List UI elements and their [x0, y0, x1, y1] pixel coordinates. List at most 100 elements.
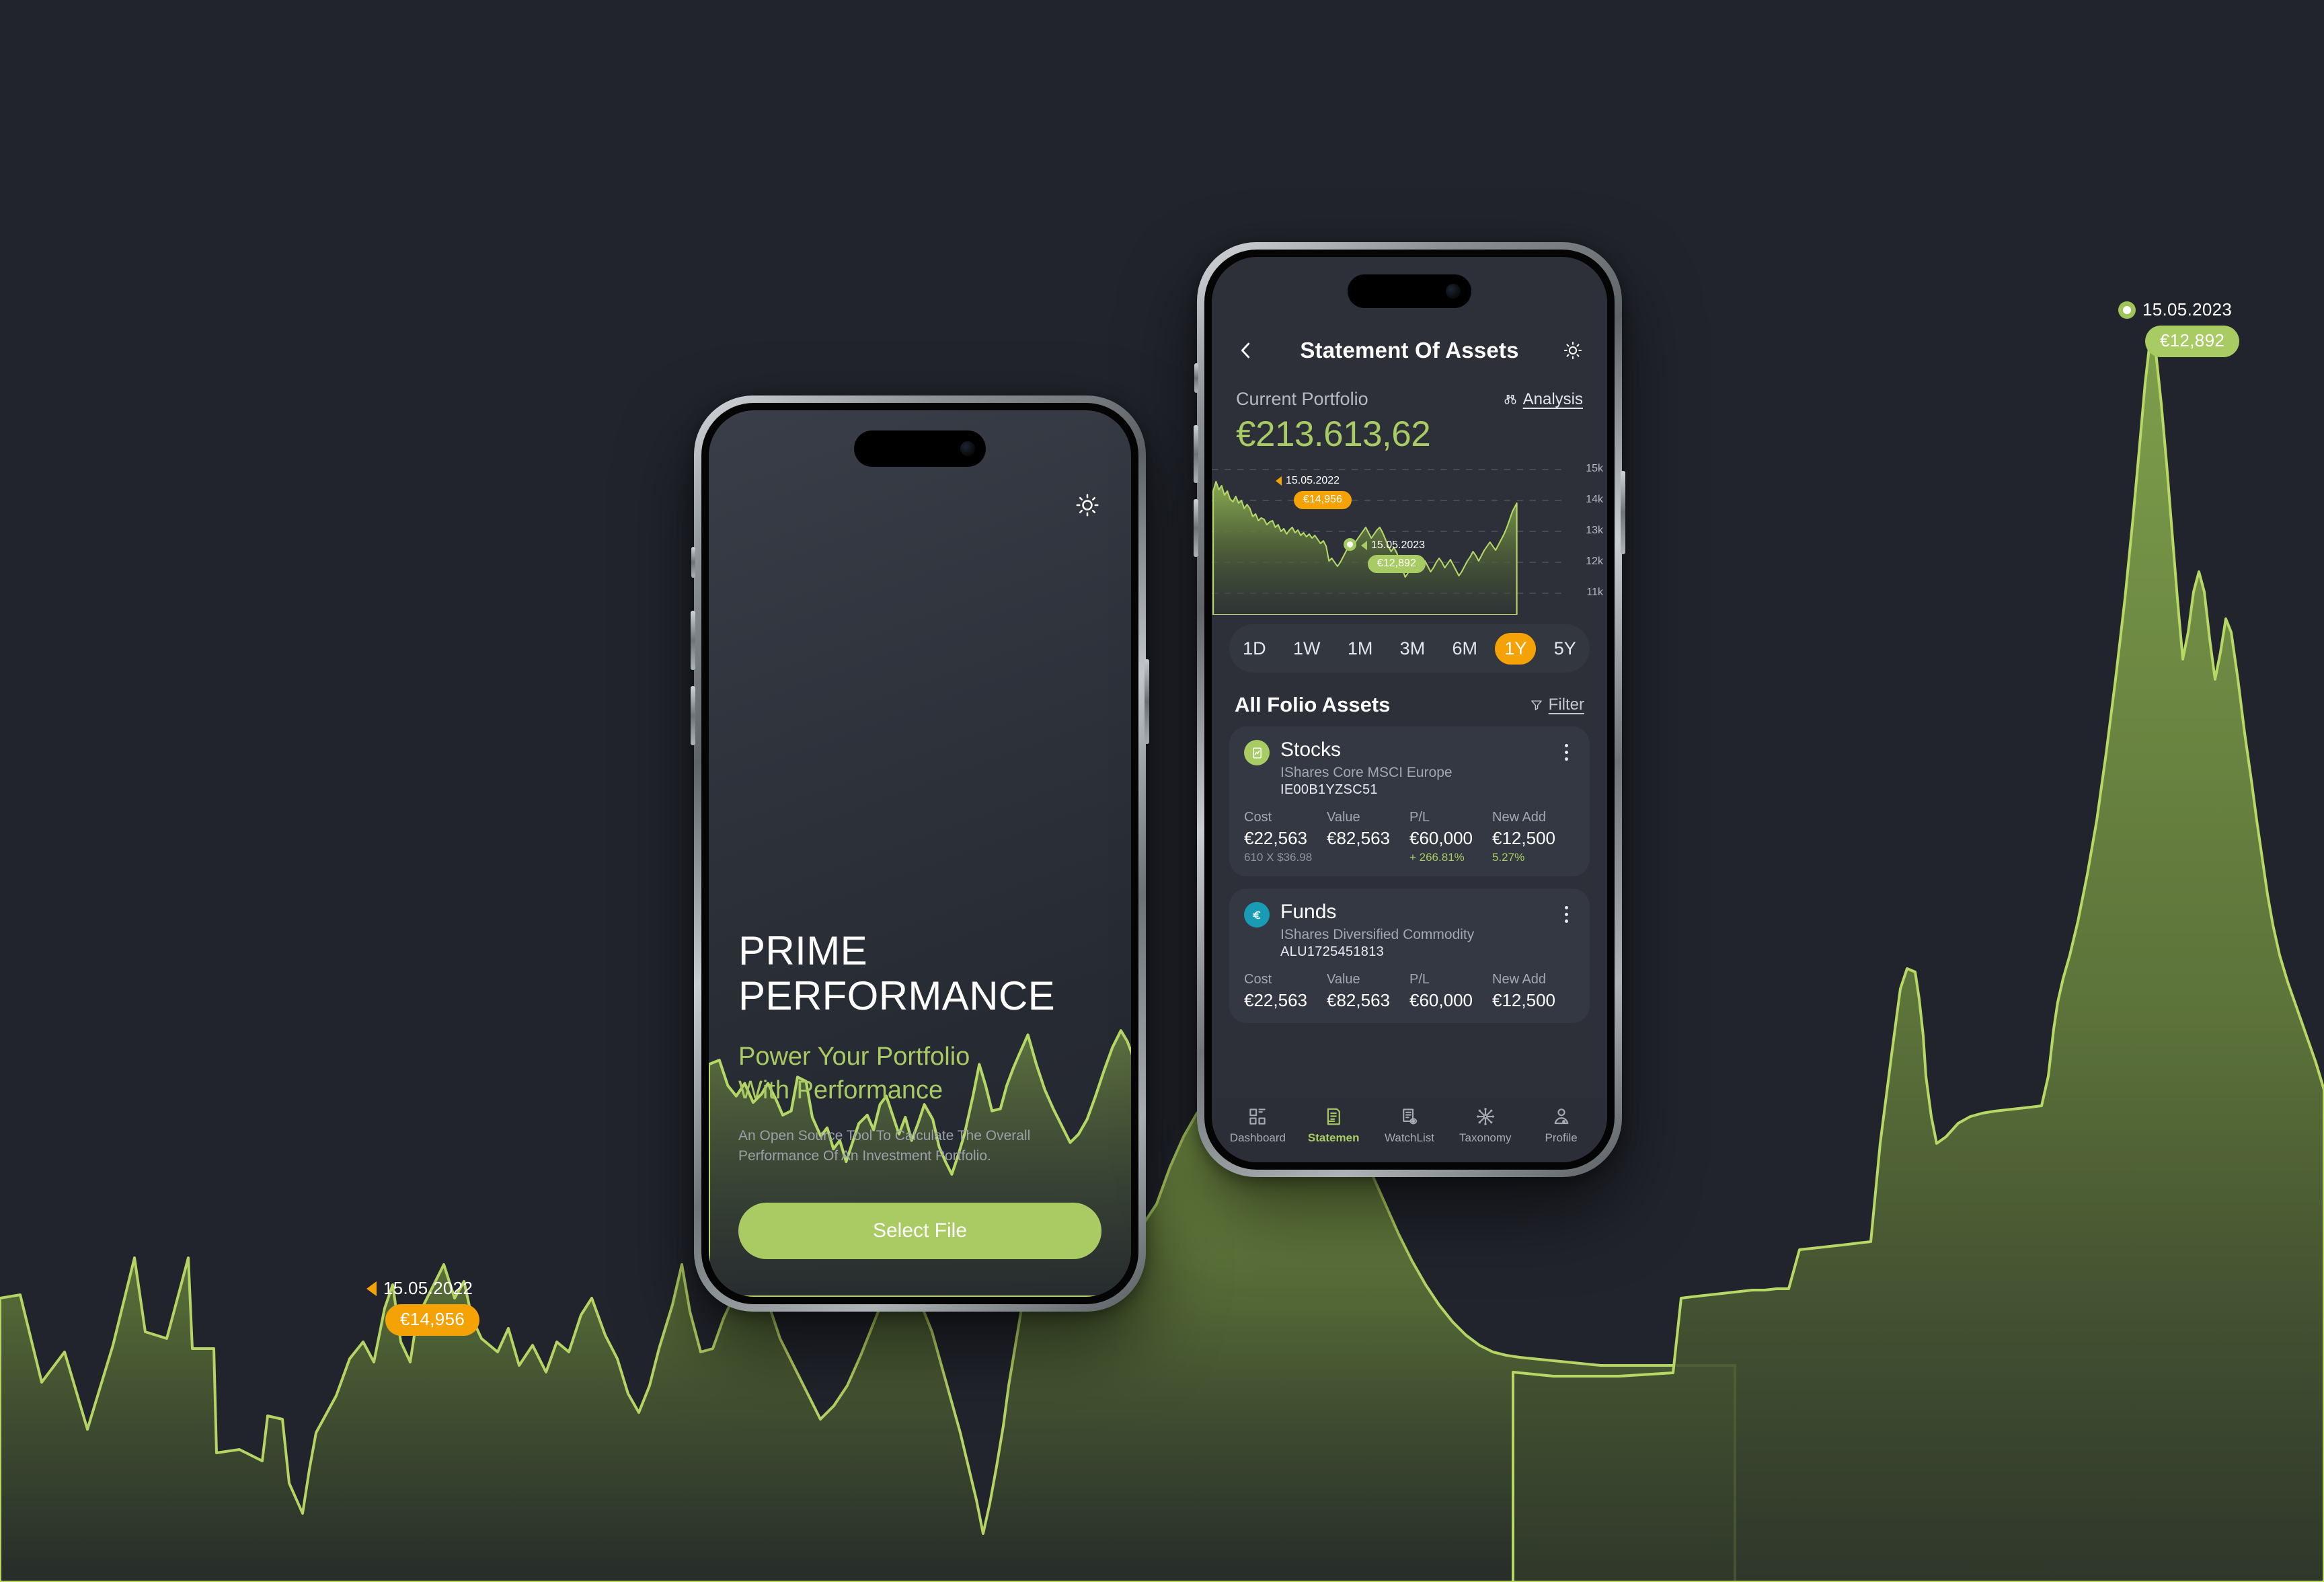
phone-mockup-statement: Statement Of Assets Current Portfolio An…	[1194, 242, 1625, 1177]
assets-section-header: All Folio Assets Filter	[1212, 673, 1607, 717]
bottom-navigation[interactable]: Dashboard Statemen WatchList Taxonomy Profil…	[1212, 1097, 1607, 1162]
asset-card-body: Stocks IShares Core MSCI Europe IE00B1YZSC…	[1280, 739, 1557, 798]
select-file-button[interactable]: Select File	[738, 1203, 1101, 1259]
asset-stat-value: €82,563	[1327, 990, 1390, 1010]
y-tick-11k: 11k	[1586, 587, 1603, 598]
mute-switch[interactable]	[1194, 363, 1198, 393]
bg-marker-start: 15.05.2022 €14,956	[366, 1278, 480, 1336]
chart-marker-start-value: €14,956	[1294, 491, 1352, 509]
volume-down-button[interactable]	[691, 686, 695, 745]
nav-item-profile[interactable]: Profile	[1524, 1106, 1598, 1145]
kebab-menu-icon[interactable]	[1557, 906, 1575, 923]
dynamic-island	[854, 430, 986, 467]
bg-marker-end-value: €12,892	[2145, 326, 2240, 357]
hero-subtitle-line1: Power Your Portfolio	[738, 1043, 970, 1071]
filter-button[interactable]: Filter	[1530, 695, 1584, 714]
filter-label: Filter	[1548, 695, 1584, 714]
sun-icon[interactable]	[1075, 492, 1100, 518]
asset-stat-value: €60,000	[1409, 990, 1473, 1010]
range-option-1w[interactable]: 1W	[1284, 633, 1330, 665]
nav-item-dashboard[interactable]: Dashboard	[1221, 1106, 1294, 1145]
range-option-3m[interactable]: 3M	[1391, 633, 1435, 665]
chart-point-dot-icon	[1344, 538, 1356, 551]
asset-card[interactable]: Stocks IShares Core MSCI Europe IE00B1YZSC…	[1229, 726, 1590, 876]
asset-stat-header: New Add	[1492, 972, 1547, 987]
asset-stat-value: €60,000	[1409, 828, 1473, 848]
watchlist-eye-icon	[1403, 1108, 1418, 1125]
page-title: Statement Of Assets	[1300, 338, 1519, 363]
volume-up-button[interactable]	[1194, 425, 1198, 483]
volume-down-button[interactable]	[1194, 499, 1198, 557]
hero-subtitle: Power Your Portfolio With Performance	[738, 1040, 1101, 1107]
nav-item-label: WatchList	[1384, 1131, 1434, 1144]
analysis-label: Analysis	[1522, 389, 1583, 408]
portfolio-row: Current Portfolio Analysis	[1236, 389, 1583, 410]
asset-stat-column: Value €82,563	[1327, 972, 1409, 1011]
taxonomy-node-icon	[1476, 1108, 1494, 1125]
triangle-left-icon	[1361, 541, 1367, 550]
hero-subtitle-line2: With Performance	[738, 1076, 943, 1105]
sun-icon[interactable]	[1563, 340, 1583, 361]
asset-stat-header: Cost	[1244, 972, 1272, 987]
euro-icon	[1252, 911, 1260, 919]
nav-item-statemen[interactable]: Statemen	[1296, 1106, 1370, 1145]
asset-stat-column: P/L €60,000	[1409, 972, 1492, 1011]
asset-type-icon-badge	[1244, 740, 1270, 765]
range-option-6m[interactable]: 6M	[1443, 633, 1487, 665]
power-button[interactable]	[1621, 471, 1625, 554]
triangle-left-icon	[366, 1281, 377, 1296]
y-tick-15k: 15k	[1586, 463, 1603, 474]
hero-title-line2: PERFORMANCE	[738, 973, 1056, 1018]
portfolio-summary: Current Portfolio Analysis €213.613,62	[1212, 371, 1607, 455]
portfolio-label: Current Portfolio	[1236, 389, 1368, 409]
nav-item-watchlist[interactable]: WatchList	[1372, 1106, 1446, 1145]
chart-marker-start: 15.05.2022	[1276, 475, 1340, 487]
volume-up-button[interactable]	[691, 611, 695, 670]
landing-screen: PRIME PERFORMANCE Power Your Portfolio W…	[709, 410, 1131, 1297]
asset-stat-column: New Add €12,500	[1492, 972, 1575, 1011]
power-button[interactable]	[1145, 659, 1149, 744]
chart-marker-start-date: 15.05.2022	[1286, 475, 1340, 486]
binoculars-icon	[1504, 394, 1516, 404]
asset-stat-value: €22,563	[1244, 990, 1307, 1010]
range-option-5y[interactable]: 5Y	[1545, 633, 1586, 665]
asset-stat-sub: 610 X $36.98	[1244, 851, 1313, 864]
asset-card-body: Funds IShares Diversified Commodity ALU172…	[1280, 901, 1557, 960]
hero-title: PRIME PERFORMANCE	[738, 928, 1101, 1018]
range-option-1m[interactable]: 1M	[1338, 633, 1383, 665]
asset-stat-value: €22,563	[1244, 828, 1307, 848]
time-range-selector[interactable]: 1D 1W 1M 3M 6M 1Y 5Y	[1229, 624, 1590, 673]
asset-stat-column: Value €82,563	[1327, 810, 1409, 864]
kebab-menu-icon[interactable]	[1557, 744, 1575, 761]
app-header: Statement Of Assets	[1212, 330, 1607, 371]
grid-dashboard-icon	[1249, 1108, 1266, 1125]
chevron-left-icon[interactable]	[1236, 340, 1256, 361]
nav-item-label: Profile	[1545, 1131, 1578, 1144]
assets-list: Stocks IShares Core MSCI Europe IE00B1YZSC…	[1212, 717, 1607, 1097]
asset-card[interactable]: Funds IShares Diversified Commodity ALU172…	[1229, 889, 1590, 1023]
asset-stat-column: New Add €12,500 5.27%	[1492, 810, 1575, 864]
chart-marker-end-value: €12,892	[1368, 555, 1426, 573]
asset-stats: Cost €22,563 610 X $36.98 Value €82,563 P/L €6…	[1244, 810, 1575, 864]
nav-item-label: Taxonomy	[1459, 1131, 1512, 1144]
triangle-left-icon	[1276, 476, 1282, 486]
asset-card-header: Stocks IShares Core MSCI Europe IE00B1YZSC…	[1244, 739, 1575, 798]
statement-document-icon	[1327, 1108, 1340, 1125]
y-tick-12k: 12k	[1586, 556, 1603, 567]
phone-bezel: Statement Of Assets Current Portfolio An…	[1204, 250, 1615, 1170]
dynamic-island	[1348, 274, 1471, 308]
nav-item-taxonomy[interactable]: Taxonomy	[1448, 1106, 1522, 1145]
asset-stat-column: Cost €22,563	[1244, 972, 1327, 1011]
asset-name: Stocks	[1280, 739, 1342, 761]
asset-stat-column: Cost €22,563 610 X $36.98	[1244, 810, 1327, 864]
portfolio-chart[interactable]: 15k 14k 13k 12k 11k 15.05.2022 €14,956 1…	[1212, 460, 1607, 615]
range-option-1y[interactable]: 1Y	[1495, 632, 1537, 665]
range-option-1d[interactable]: 1D	[1233, 633, 1276, 665]
asset-stat-value: €82,563	[1327, 828, 1390, 848]
asset-stats: Cost €22,563 Value €82,563 P/L €60,000 New Add…	[1244, 972, 1575, 1011]
mute-switch[interactable]	[691, 547, 695, 578]
chart-marker-end: 15.05.2023	[1361, 539, 1425, 552]
landing-content: PRIME PERFORMANCE Power Your Portfolio W…	[738, 928, 1101, 1259]
asset-isin: IE00B1YZSC51	[1280, 782, 1378, 797]
analysis-link[interactable]: Analysis	[1503, 390, 1583, 409]
